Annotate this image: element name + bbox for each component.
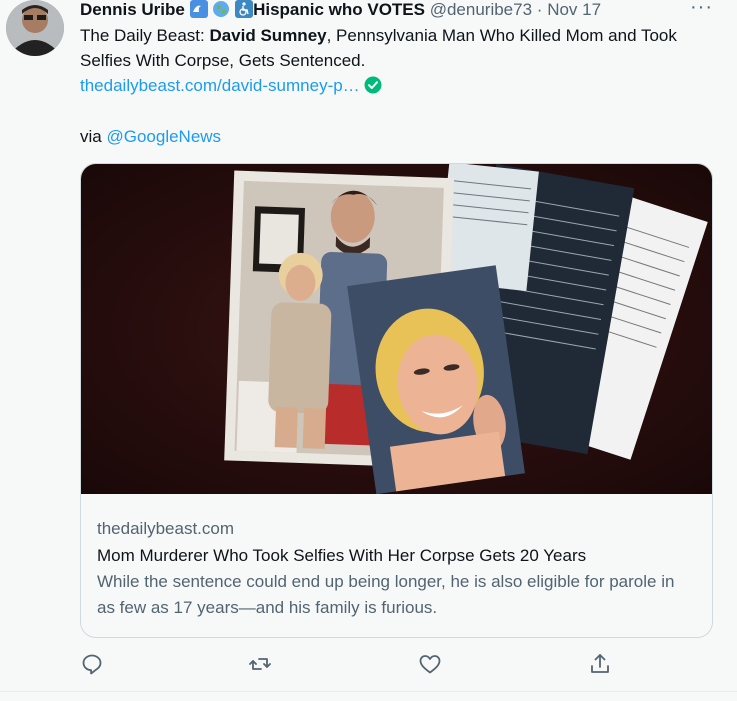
via-prefix: via [80, 127, 107, 146]
wave-emoji [189, 0, 208, 18]
avatar[interactable] [6, 0, 64, 56]
separator: · [536, 0, 543, 19]
tweet-actions [0, 652, 737, 676]
via-mention[interactable]: @GoogleNews [106, 127, 221, 146]
wheelchair-emoji [235, 0, 254, 18]
via-line: via @GoogleNews [80, 124, 221, 149]
link-card[interactable]: thedailybeast.com Mom Murderer Who Took … [80, 163, 713, 638]
card-meta: thedailybeast.com Mom Murderer Who Took … [97, 518, 697, 621]
more-options-icon[interactable]: ··· [690, 0, 713, 19]
author-name-suffix[interactable]: Hispanic who VOTES [253, 0, 425, 19]
globe-emoji [212, 0, 230, 18]
tweet[interactable]: Dennis Uribe Hispanic who VOTES @denurib… [0, 0, 737, 701]
reply-icon[interactable] [80, 652, 104, 676]
card-description: While the sentence could end up being lo… [97, 572, 675, 617]
retweet-icon[interactable] [248, 652, 272, 676]
card-image[interactable] [81, 164, 712, 495]
tweet-date[interactable]: Nov 17 [547, 0, 601, 19]
verified-check-icon [364, 76, 382, 94]
author-handle[interactable]: @denuribe73 [430, 0, 532, 19]
article-link[interactable]: thedailybeast.com/david-sumney-p… [80, 76, 360, 95]
text-prefix: The Daily Beast: [80, 26, 210, 45]
text-bold: David Sumney [209, 26, 327, 45]
divider [0, 691, 737, 692]
share-icon[interactable] [588, 652, 612, 676]
author-name[interactable]: Dennis Uribe [80, 0, 185, 19]
card-domain: thedailybeast.com [97, 519, 235, 538]
tweet-text: The Daily Beast: David Sumney, Pennsylva… [80, 23, 720, 98]
card-title: Mom Murderer Who Took Selfies With Her C… [97, 546, 587, 565]
like-icon[interactable] [418, 652, 442, 676]
tweet-header: Dennis Uribe Hispanic who VOTES @denurib… [80, 0, 601, 20]
